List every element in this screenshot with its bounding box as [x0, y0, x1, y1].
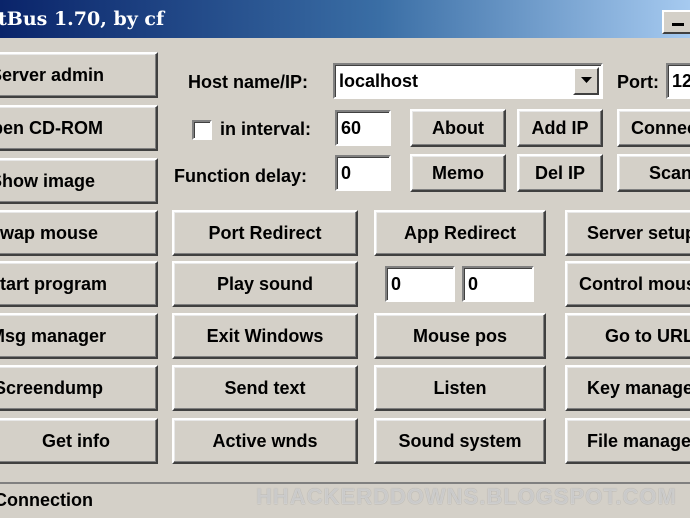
host-dropdown-button[interactable] — [573, 67, 599, 95]
control-mouse-button[interactable]: Control mouse — [565, 261, 690, 307]
minimize-button[interactable] — [662, 10, 690, 34]
start-program-label: Start program — [0, 273, 108, 294]
show-image-label: Show image — [0, 170, 96, 191]
app-redirect-label: App Redirect — [403, 222, 517, 243]
function-delay-field[interactable]: 0 — [335, 155, 391, 191]
status-text: Connection — [0, 490, 93, 510]
mouse-pos-label: Mouse pos — [412, 325, 507, 346]
sound-system-button[interactable]: Sound system — [374, 418, 546, 464]
file-manager-label: File manager — [587, 430, 690, 451]
add-ip-button[interactable]: Add IP — [517, 109, 603, 147]
server-setup-label: Server setup — [587, 222, 690, 243]
listen-label: Listen — [433, 377, 487, 398]
play-sound-button[interactable]: Play sound — [172, 261, 358, 307]
screendump-button[interactable]: Screendump — [0, 365, 158, 411]
memo-label: Memo — [431, 162, 484, 183]
server-admin-label: Server admin — [0, 64, 105, 85]
key-manager-label: Key manager — [587, 377, 690, 398]
coord-y-value: 0 — [468, 273, 479, 294]
interval-value: 60 — [341, 117, 362, 138]
send-text-label: Send text — [224, 377, 306, 398]
port-value: 12 — [672, 70, 690, 91]
app-redirect-button[interactable]: App Redirect — [374, 210, 546, 256]
title-bar: tBus 1.70, by cf — [0, 0, 690, 38]
active-wnds-label: Active wnds — [212, 430, 318, 451]
file-manager-button[interactable]: File manager — [565, 418, 690, 464]
server-setup-button[interactable]: Server setup — [565, 210, 690, 256]
coord-y-field[interactable]: 0 — [462, 266, 534, 302]
swap-mouse-label: Swap mouse — [0, 222, 99, 243]
coord-x-value: 0 — [391, 273, 402, 294]
control-mouse-label: Control mouse — [579, 273, 690, 294]
get-info-button[interactable]: Get info — [0, 418, 158, 464]
minimize-icon — [672, 23, 684, 26]
interval-field[interactable]: 60 — [335, 110, 391, 146]
host-value: localhost — [339, 70, 419, 91]
open-cdrom-button[interactable]: Open CD-ROM — [0, 105, 158, 151]
show-image-button[interactable]: Show image — [0, 158, 158, 204]
go-to-url-button[interactable]: Go to URL — [565, 313, 690, 359]
host-combobox[interactable]: localhost — [333, 63, 603, 99]
play-sound-label: Play sound — [216, 273, 314, 294]
exit-windows-label: Exit Windows — [206, 325, 324, 346]
server-admin-button[interactable]: Server admin — [0, 52, 158, 98]
del-ip-button[interactable]: Del IP — [517, 154, 603, 192]
connect-button[interactable]: Connect — [617, 109, 690, 147]
add-ip-label: Add IP — [531, 117, 589, 138]
port-field[interactable]: 12 — [666, 63, 690, 99]
port-label: Port: — [617, 72, 659, 92]
function-delay-label: Function delay: — [174, 166, 308, 186]
send-text-button[interactable]: Send text — [172, 365, 358, 411]
exit-windows-button[interactable]: Exit Windows — [172, 313, 358, 359]
go-to-url-label: Go to URL — [605, 325, 690, 346]
coord-x-field[interactable]: 0 — [385, 266, 455, 302]
scan-label: Scan — [649, 162, 690, 183]
function-delay-value: 0 — [341, 162, 352, 183]
about-label: About — [432, 117, 484, 138]
key-manager-button[interactable]: Key manager — [565, 365, 690, 411]
window-title: tBus 1.70, by cf — [0, 8, 165, 30]
chevron-down-icon — [581, 77, 592, 83]
get-info-label: Get info — [42, 430, 110, 451]
active-wnds-button[interactable]: Active wnds — [172, 418, 358, 464]
about-button[interactable]: About — [410, 109, 506, 147]
msg-manager-button[interactable]: Msg manager — [0, 313, 158, 359]
interval-checkbox[interactable] — [192, 120, 212, 140]
msg-manager-label: Msg manager — [0, 325, 107, 346]
listen-button[interactable]: Listen — [374, 365, 546, 411]
scan-button[interactable]: Scan — [617, 154, 690, 192]
sound-system-label: Sound system — [398, 430, 522, 451]
port-redirect-button[interactable]: Port Redirect — [172, 210, 358, 256]
swap-mouse-button[interactable]: Swap mouse — [0, 210, 158, 256]
connect-label: Connect — [631, 117, 690, 138]
start-program-button[interactable]: Start program — [0, 261, 158, 307]
screendump-label: Screendump — [0, 377, 104, 398]
interval-label: in interval: — [220, 119, 312, 139]
memo-button[interactable]: Memo — [410, 154, 506, 192]
mouse-pos-button[interactable]: Mouse pos — [374, 313, 546, 359]
host-label: Host name/IP: — [188, 72, 309, 92]
del-ip-label: Del IP — [534, 162, 586, 183]
open-cdrom-label: Open CD-ROM — [0, 117, 103, 138]
watermark: HHACKERDDOWNS.BLOGSPOT.COM — [256, 484, 677, 509]
port-redirect-label: Port Redirect — [208, 222, 322, 243]
